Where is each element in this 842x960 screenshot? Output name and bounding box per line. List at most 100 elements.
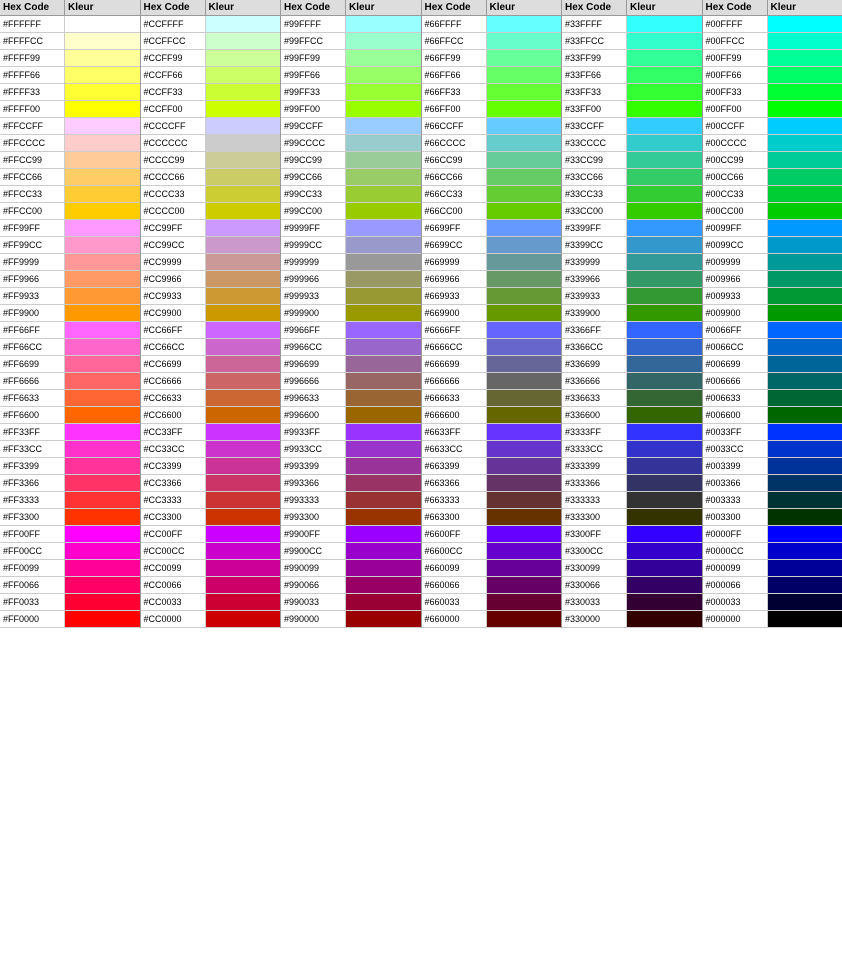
color-swatch	[206, 594, 281, 610]
color-row: #6633CC	[422, 441, 562, 458]
color-row: #FFFF33	[0, 84, 140, 101]
color-swatch	[627, 526, 702, 542]
color-row: #669933	[422, 288, 562, 305]
hex-code-label: #99FFFF	[281, 16, 346, 32]
hex-code-label: #FF0066	[0, 577, 65, 593]
hex-code-label: #663300	[422, 509, 487, 525]
hex-code-label: #CC00CC	[141, 543, 206, 559]
color-swatch	[627, 288, 702, 304]
hex-code-label: #FF3300	[0, 509, 65, 525]
color-swatch	[65, 594, 140, 610]
hex-code-label: #FF9966	[0, 271, 65, 287]
color-row: #996600	[281, 407, 421, 424]
hex-code-label: #009933	[703, 288, 768, 304]
color-swatch	[768, 373, 842, 389]
hex-code-label: #9933FF	[281, 424, 346, 440]
hex-code-label: #00CC33	[703, 186, 768, 202]
hex-code-label: #CC33FF	[141, 424, 206, 440]
color-row: #339999	[562, 254, 702, 271]
color-row: #990033	[281, 594, 421, 611]
color-row: #000099	[703, 560, 842, 577]
color-row: #FF9966	[0, 271, 140, 288]
color-row: #66FF99	[422, 50, 562, 67]
color-row: #669900	[422, 305, 562, 322]
hex-code-label: #660066	[422, 577, 487, 593]
hex-code-label: #993333	[281, 492, 346, 508]
color-swatch	[346, 543, 421, 559]
color-row: #FF3366	[0, 475, 140, 492]
color-swatch	[206, 577, 281, 593]
color-swatch	[206, 458, 281, 474]
color-table: Hex CodeKleur#FFFFFF#FFFFCC#FFFF99#FFFF6…	[0, 0, 842, 628]
color-row: #FF0066	[0, 577, 140, 594]
color-swatch	[206, 67, 281, 83]
color-row: #CC0000	[141, 611, 281, 628]
color-swatch	[627, 16, 702, 32]
color-row: #FF66CC	[0, 339, 140, 356]
color-swatch	[206, 543, 281, 559]
color-swatch	[627, 305, 702, 321]
hex-code-label: #CC6600	[141, 407, 206, 423]
color-swatch	[206, 441, 281, 457]
hex-code-label: #99CC33	[281, 186, 346, 202]
hex-code-label: #CCFF33	[141, 84, 206, 100]
hex-code-label: #333366	[562, 475, 627, 491]
hex-code-label: #99FF33	[281, 84, 346, 100]
color-swatch	[206, 237, 281, 253]
hex-code-label: #99FF99	[281, 50, 346, 66]
hex-code-label: #003399	[703, 458, 768, 474]
color-swatch	[627, 237, 702, 253]
color-row: #003300	[703, 509, 842, 526]
color-row: #000000	[703, 611, 842, 628]
color-row: #330066	[562, 577, 702, 594]
color-swatch	[346, 475, 421, 491]
hex-code-label: #663366	[422, 475, 487, 491]
color-swatch	[487, 526, 562, 542]
hex-code-label: #99FF66	[281, 67, 346, 83]
color-swatch	[768, 203, 842, 219]
hex-code-label: #669933	[422, 288, 487, 304]
hex-code-label: #66CC00	[422, 203, 487, 219]
color-row: #CC00CC	[141, 543, 281, 560]
color-swatch	[206, 271, 281, 287]
hex-code-label: #330033	[562, 594, 627, 610]
hex-code-label: #33FF66	[562, 67, 627, 83]
hex-code-label: #FF0033	[0, 594, 65, 610]
header-kleur-label: Kleur	[627, 0, 702, 15]
color-row: #0099CC	[703, 237, 842, 254]
color-row: #CCFF00	[141, 101, 281, 118]
hex-code-label: #9966FF	[281, 322, 346, 338]
hex-code-label: #336600	[562, 407, 627, 423]
hex-code-label: #993399	[281, 458, 346, 474]
color-row: #00FFCC	[703, 33, 842, 50]
column-3: Hex CodeKleur#66FFFF#66FFCC#66FF99#66FF6…	[422, 0, 563, 628]
color-swatch	[627, 135, 702, 151]
color-row: #66CC33	[422, 186, 562, 203]
hex-code-label: #66FF66	[422, 67, 487, 83]
color-swatch	[65, 220, 140, 236]
color-row: #FF6666	[0, 373, 140, 390]
hex-code-label: #330066	[562, 577, 627, 593]
hex-code-label: #00CCFF	[703, 118, 768, 134]
color-swatch	[487, 16, 562, 32]
hex-code-label: #339933	[562, 288, 627, 304]
color-row: #003366	[703, 475, 842, 492]
color-swatch	[487, 407, 562, 423]
color-swatch	[487, 560, 562, 576]
color-swatch	[65, 67, 140, 83]
hex-code-label: #9933CC	[281, 441, 346, 457]
color-swatch	[768, 475, 842, 491]
color-swatch	[768, 492, 842, 508]
hex-code-label: #66CC33	[422, 186, 487, 202]
hex-code-label: #66CC99	[422, 152, 487, 168]
color-row: #00FF00	[703, 101, 842, 118]
color-row: #33CCCC	[562, 135, 702, 152]
color-swatch	[487, 237, 562, 253]
color-row: #666699	[422, 356, 562, 373]
color-swatch	[65, 339, 140, 355]
hex-code-label: #6600FF	[422, 526, 487, 542]
color-row: #999999	[281, 254, 421, 271]
hex-code-label: #6666CC	[422, 339, 487, 355]
color-row: #FF99CC	[0, 237, 140, 254]
header-hex-label: Hex Code	[422, 0, 487, 15]
